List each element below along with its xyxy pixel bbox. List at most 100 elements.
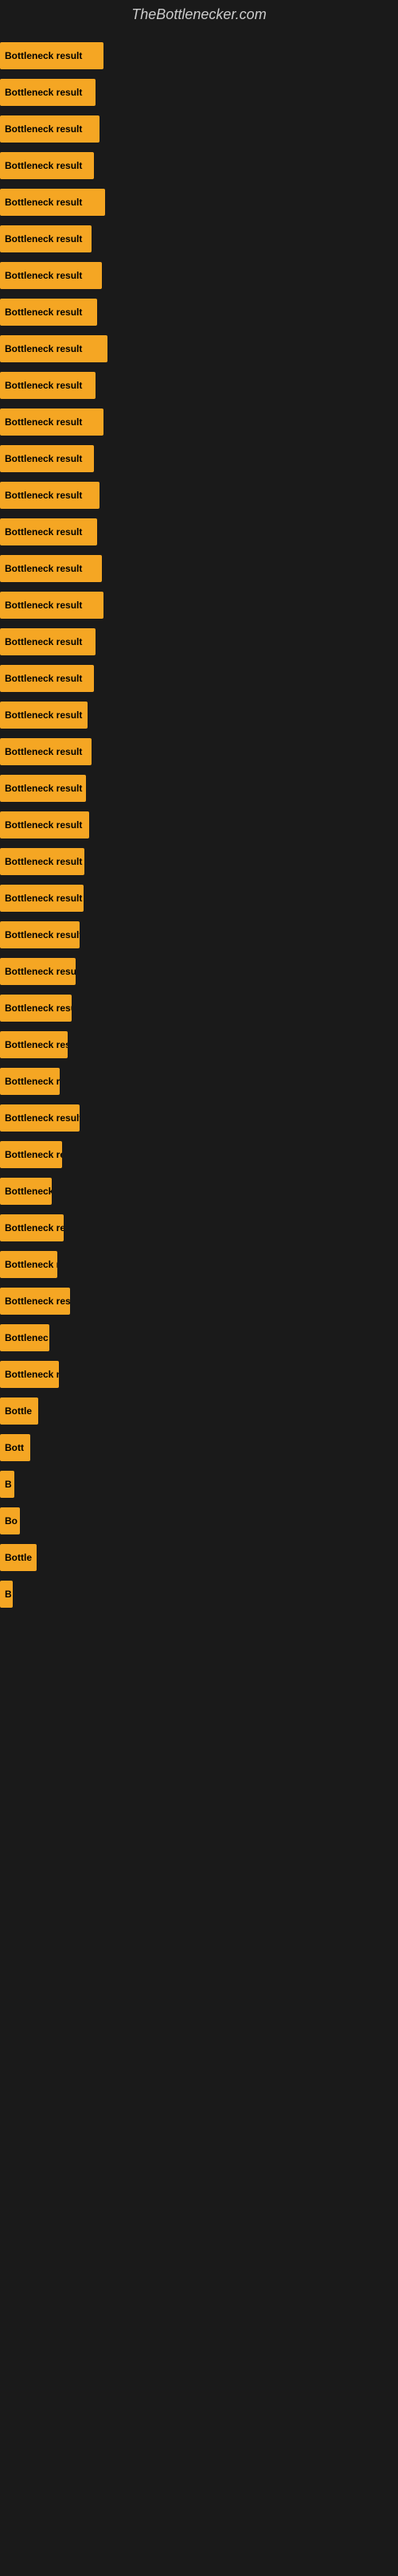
bar-label: Bottleneck result xyxy=(5,673,82,684)
bar-row: Bottleneck result xyxy=(0,880,398,917)
bar-row: Bottleneck result xyxy=(0,294,398,330)
bar-row: Bottleneck result xyxy=(0,953,398,990)
bar-label: Bottleneck result xyxy=(5,819,82,831)
bar-row: Bottleneck result xyxy=(0,550,398,587)
bar-item: Bottleneck result xyxy=(0,995,72,1022)
bar-label: Bottleneck xyxy=(5,1186,52,1197)
bar-label: Bottleneck result xyxy=(5,416,82,428)
bar-label: B xyxy=(5,1589,12,1600)
bar-item: B xyxy=(0,1471,14,1498)
bar-item: Bottleneck result xyxy=(0,189,105,216)
bar-label: Bottleneck result xyxy=(5,123,82,135)
bar-item: Bottleneck re xyxy=(0,1141,62,1168)
bar-item: Bottleneck result xyxy=(0,335,107,362)
bar-row: Bottlenec xyxy=(0,1319,398,1356)
bar-label: Bottleneck result xyxy=(5,160,82,171)
bar-label: B xyxy=(5,1479,12,1490)
bar-row: Bottleneck result xyxy=(0,184,398,221)
bar-item: Bottleneck result xyxy=(0,628,96,655)
bar-row: Bott xyxy=(0,1429,398,1466)
bar-item: Bottle xyxy=(0,1544,37,1571)
bar-row: Bottleneck result xyxy=(0,257,398,294)
bar-item: Bottleneck result xyxy=(0,921,80,948)
bar-item: Bottleneck result xyxy=(0,518,97,545)
bar-row: Bottleneck result xyxy=(0,917,398,953)
bar-row: Bottleneck re xyxy=(0,1210,398,1246)
bar-row: Bottleneck re xyxy=(0,1136,398,1173)
bar-label: Bottleneck result xyxy=(5,600,82,611)
bar-label: Bottleneck result xyxy=(5,783,82,794)
bar-item: Bottleneck result xyxy=(0,738,92,765)
bar-row: Bottleneck r xyxy=(0,1246,398,1283)
bar-item: Bottleneck result xyxy=(0,445,94,472)
bar-label: Bottleneck result xyxy=(5,929,80,940)
bar-label: Bottleneck re xyxy=(5,1149,62,1160)
bar-label: Bottleneck result xyxy=(5,636,82,647)
bar-label: Bottlenec xyxy=(5,1332,49,1343)
bar-label: Bottleneck resu xyxy=(5,1296,70,1307)
bar-label: Bottleneck result xyxy=(5,1039,68,1050)
bar-row: Bottleneck result xyxy=(0,330,398,367)
bar-row: Bottleneck result xyxy=(0,440,398,477)
bar-row: Bottleneck result xyxy=(0,477,398,514)
bar-row: Bottleneck result xyxy=(0,990,398,1026)
bar-label: Bottleneck r xyxy=(5,1259,57,1270)
bar-label: Bottleneck result xyxy=(5,233,82,244)
bar-row: Bottleneck result xyxy=(0,367,398,404)
bar-item: Bottleneck result xyxy=(0,262,102,289)
bar-item: Bottleneck result xyxy=(0,225,92,252)
bar-label: Bottleneck result xyxy=(5,270,82,281)
bar-label: Bottleneck result xyxy=(5,563,82,574)
bar-label: Bott xyxy=(5,1442,24,1453)
bars-container: Bottleneck result Bottleneck result Bottle… xyxy=(0,29,398,2576)
bar-item: Bottleneck result xyxy=(0,811,89,838)
bar-item: Bottleneck result xyxy=(0,299,97,326)
bar-label: Bottleneck result xyxy=(5,50,82,61)
bar-item: Bottleneck result xyxy=(0,42,103,69)
bar-item: Bottleneck result xyxy=(0,775,86,802)
bar-item: Bo xyxy=(0,1507,20,1534)
bar-row: Bottleneck result xyxy=(0,1026,398,1063)
bar-row: Bottleneck result xyxy=(0,733,398,770)
bar-label: Bottleneck result xyxy=(5,526,82,537)
bar-item: Bott xyxy=(0,1434,30,1461)
bar-row: Bottle xyxy=(0,1393,398,1429)
bar-item: Bottleneck result xyxy=(0,79,96,106)
bar-item: Bottleneck result xyxy=(0,152,94,179)
bar-row: Bottle xyxy=(0,1539,398,1576)
bar-row: Bottleneck result xyxy=(0,147,398,184)
bar-row: Bottleneck result xyxy=(0,221,398,257)
bar-label: Bottleneck result xyxy=(5,893,82,904)
bar-item: B xyxy=(0,1581,13,1608)
bar-label: Bottleneck result xyxy=(5,343,82,354)
bar-item: Bottleneck result xyxy=(0,592,103,619)
bar-label: Bottleneck re xyxy=(5,1222,64,1233)
bar-item: Bottleneck result xyxy=(0,885,84,912)
bar-item: Bottleneck resu xyxy=(0,1288,70,1315)
bar-label: Bottleneck result xyxy=(5,1003,72,1014)
bar-row: Bo xyxy=(0,1503,398,1539)
bar-label: Bottleneck r xyxy=(5,1076,60,1087)
bar-item: Bottlenec xyxy=(0,1324,49,1351)
bar-label: Bottleneck result xyxy=(5,307,82,318)
bar-item: Bottleneck result xyxy=(0,958,76,985)
bar-row: Bottleneck xyxy=(0,1173,398,1210)
bar-item: Bottleneck result xyxy=(0,482,100,509)
bar-item: Bottleneck r xyxy=(0,1068,60,1095)
bar-label: Bottleneck result xyxy=(5,709,82,721)
bar-label: Bottleneck result xyxy=(5,966,76,977)
bar-item: Bottleneck result xyxy=(0,408,103,436)
bar-label: Bottleneck result xyxy=(5,380,82,391)
bar-item: Bottle xyxy=(0,1397,38,1425)
bar-label: Bottle xyxy=(5,1552,32,1563)
bar-row: Bottleneck result xyxy=(0,623,398,660)
bar-item: Bottleneck r xyxy=(0,1251,57,1278)
bar-label: Bottleneck result xyxy=(5,746,82,757)
bar-row: Bottleneck resu xyxy=(0,1283,398,1319)
bar-row: Bottleneck result xyxy=(0,404,398,440)
bar-row: Bottleneck result xyxy=(0,843,398,880)
bar-row: Bottleneck result xyxy=(0,111,398,147)
bar-item: Bottleneck re xyxy=(0,1214,64,1241)
bar-row: Bottleneck result xyxy=(0,74,398,111)
site-title: TheBottlenecker.com xyxy=(0,0,398,29)
